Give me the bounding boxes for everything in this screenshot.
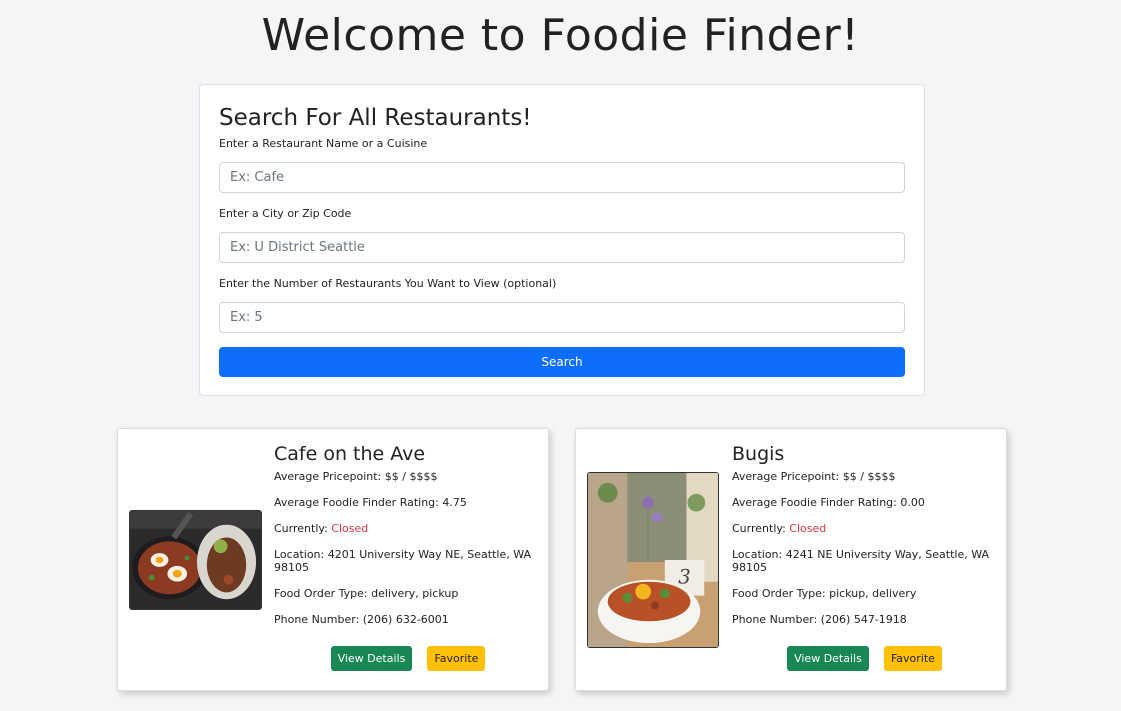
restaurant-name: Cafe on the Ave — [274, 443, 426, 465]
view-details-button[interactable]: View Details — [330, 646, 413, 671]
view-details-button[interactable]: View Details — [787, 646, 869, 671]
restaurant-name-label: Enter a Restaurant Name or a Cuisine — [219, 137, 428, 150]
location-label: Enter a City or Zip Code — [219, 207, 352, 220]
card-actions: View Details Favorite — [576, 646, 1006, 671]
count-input[interactable] — [219, 302, 905, 333]
search-form: Search For All Restaurants! Enter a Rest… — [199, 84, 925, 396]
status-prefix: Currently: — [274, 522, 332, 535]
search-button[interactable]: Search — [219, 347, 905, 377]
food-photo-icon: 3 — [587, 472, 719, 648]
status-badge: Closed — [331, 522, 369, 535]
status-line: Currently: Closed — [274, 522, 539, 535]
restaurant-card: Cafe on the Ave Average Pricepoint: $$ /… — [117, 428, 549, 691]
location: Location: 4201 University Way NE, Seattl… — [274, 548, 532, 574]
food-photo-icon — [129, 510, 262, 610]
order-type: Food Order Type: pickup, delivery — [732, 587, 917, 600]
phone-number: Phone Number: (206) 547-1918 — [732, 613, 907, 626]
count-label: Enter the Number of Restaurants You Want… — [219, 277, 557, 290]
favorite-button[interactable]: Favorite — [427, 646, 486, 671]
table-number-text: 3 — [678, 566, 691, 589]
rating: Average Foodie Finder Rating: 0.00 — [732, 496, 925, 509]
restaurant-info: Cafe on the Ave Average Pricepoint: $$ /… — [274, 442, 539, 639]
order-type: Food Order Type: delivery, pickup — [274, 587, 459, 600]
status-prefix: Currently: — [732, 522, 790, 535]
restaurant-name: Bugis — [732, 443, 785, 465]
restaurant-info: Bugis Average Pricepoint: $$ / $$$$ Aver… — [732, 442, 997, 639]
restaurant-name-input[interactable] — [219, 162, 905, 193]
restaurant-card: 3 Bugis Average Pricepoint: $$ / $$$$ Av… — [575, 428, 1007, 691]
card-actions: View Details Favorite — [118, 646, 548, 671]
phone-number: Phone Number: (206) 632-6001 — [274, 613, 449, 626]
favorite-button[interactable]: Favorite — [883, 646, 942, 671]
search-heading: Search For All Restaurants! — [219, 105, 532, 131]
pricepoint: Average Pricepoint: $$ / $$$$ — [274, 470, 438, 483]
status-badge: Closed — [789, 522, 827, 535]
status-line: Currently: Closed — [732, 522, 997, 535]
location: Location: 4241 NE University Way, Seattl… — [732, 548, 990, 574]
location-input[interactable] — [219, 232, 905, 263]
pricepoint: Average Pricepoint: $$ / $$$$ — [732, 470, 896, 483]
rating: Average Foodie Finder Rating: 4.75 — [274, 496, 467, 509]
page-title: Welcome to Foodie Finder! — [261, 10, 860, 61]
